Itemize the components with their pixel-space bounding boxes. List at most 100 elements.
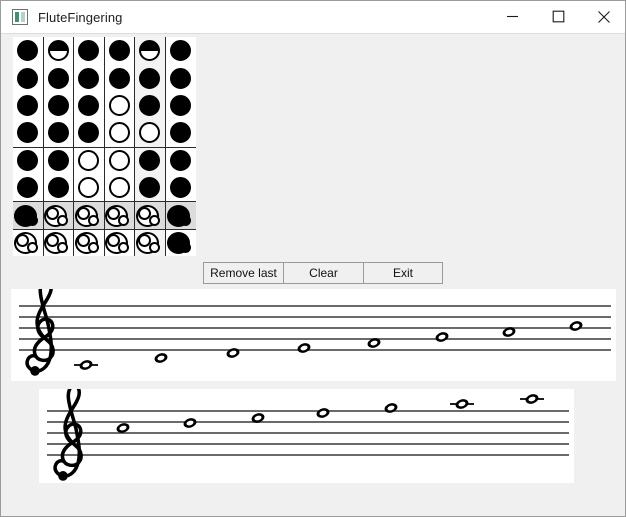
fingering-hole-cell (135, 174, 165, 201)
hole-closed-icon (78, 94, 100, 116)
hole-half-icon (47, 40, 69, 62)
hole-closed-icon (170, 67, 192, 89)
fingering-hole-cell (44, 174, 74, 201)
fingering-hole-cell (13, 174, 43, 201)
note-head (226, 348, 240, 358)
hole-closed-icon (17, 122, 39, 144)
treble-clef-icon (53, 389, 83, 481)
treble-clef-icon (25, 289, 55, 376)
footkey-small-circle (26, 241, 38, 253)
fingering-hole-cell (74, 92, 104, 119)
hole-closed-icon (17, 150, 39, 172)
footkey-icon (74, 231, 103, 255)
fingering-hole-cell (166, 119, 197, 146)
hole-closed-icon (108, 40, 130, 62)
footkey-icon (135, 204, 164, 228)
minimize-button[interactable] (489, 1, 535, 32)
footkey-icon (135, 231, 164, 255)
app-window: FluteFingering Remove last Clear Exit (0, 0, 626, 517)
note-head (384, 403, 398, 413)
fingering-footkey-cell (104, 201, 134, 229)
fingering-column[interactable] (13, 37, 44, 256)
footkey-icon (166, 231, 195, 255)
whole-note (154, 353, 168, 363)
whole-note (520, 394, 544, 404)
fingering-hole-cell (135, 37, 165, 64)
whole-note (316, 408, 330, 418)
whole-note (384, 403, 398, 413)
hole-closed-icon (139, 67, 161, 89)
fingering-column[interactable] (165, 37, 197, 256)
fingering-hole-cell (135, 119, 165, 146)
exit-button[interactable]: Exit (363, 262, 443, 284)
fingering-hole-cell (74, 174, 104, 201)
footkey-icon (44, 204, 72, 228)
fingering-hole-cell (105, 119, 135, 146)
fingering-column[interactable] (104, 37, 135, 256)
fingering-hole-cell (13, 37, 43, 64)
fingering-footkey-cell (74, 201, 104, 229)
hole-closed-icon (108, 67, 130, 89)
clear-button[interactable]: Clear (283, 262, 363, 284)
fingering-footkey-cell (43, 228, 73, 256)
title-bar: FluteFingering (1, 1, 625, 34)
fingering-footkey-cell (165, 228, 196, 256)
fingering-hole-cell (166, 174, 197, 201)
fingering-hole-cell (13, 64, 43, 91)
hole-closed-icon (139, 150, 161, 172)
fingering-column[interactable] (74, 37, 105, 256)
footkey-small-circle (57, 241, 69, 253)
whole-note (569, 321, 583, 331)
hole-closed-icon (47, 177, 69, 199)
fingering-hole-cell (165, 146, 196, 174)
maximize-icon (552, 10, 564, 23)
hole-open-icon (78, 177, 100, 199)
fingering-footkey-cell (104, 228, 134, 256)
footkey-icon (166, 204, 195, 228)
close-button[interactable] (581, 1, 625, 32)
note-head (525, 394, 539, 404)
fingering-hole-cell (13, 92, 43, 119)
whole-note (450, 399, 474, 409)
maximize-button[interactable] (535, 1, 581, 32)
button-row: Remove last Clear Exit (203, 262, 443, 284)
remove-last-button[interactable]: Remove last (203, 262, 283, 284)
fingering-footkey-cell (43, 201, 73, 229)
footkey-small-circle (87, 214, 99, 226)
fingering-chart (13, 37, 196, 256)
note-head (297, 343, 311, 353)
hole-open-icon (108, 122, 130, 144)
whole-note (183, 418, 197, 428)
fingering-hole-cell (166, 64, 197, 91)
footkey-icon (13, 204, 42, 228)
fingering-hole-cell (43, 146, 73, 174)
note-head (79, 360, 93, 370)
fingering-footkey-cell (74, 228, 104, 256)
fingering-hole-cell (13, 146, 43, 174)
staff-upper (19, 289, 611, 376)
note-head (569, 321, 583, 331)
whole-note (297, 343, 311, 353)
hole-closed-icon (17, 67, 39, 89)
fingering-hole-cell (13, 119, 43, 146)
whole-note (74, 360, 98, 370)
hole-closed-icon (139, 177, 161, 199)
hole-closed-icon (78, 122, 100, 144)
note-head (183, 418, 197, 428)
footkey-small-circle (179, 214, 191, 226)
fingering-hole-cell (166, 37, 197, 64)
fingering-hole-cell (74, 64, 104, 91)
close-icon (598, 10, 610, 23)
note-head (316, 408, 330, 418)
window-title: FluteFingering (38, 9, 123, 25)
hole-open-icon (108, 150, 130, 172)
fingering-hole-cell (105, 92, 135, 119)
fingering-column[interactable] (135, 37, 166, 256)
fingering-hole-cell (44, 119, 74, 146)
footkey-icon (44, 231, 72, 255)
footkey-small-circle (57, 214, 69, 226)
hole-closed-icon (170, 150, 192, 172)
minimize-icon (506, 15, 518, 18)
footkey-small-circle (118, 241, 130, 253)
fingering-column[interactable] (43, 37, 74, 256)
